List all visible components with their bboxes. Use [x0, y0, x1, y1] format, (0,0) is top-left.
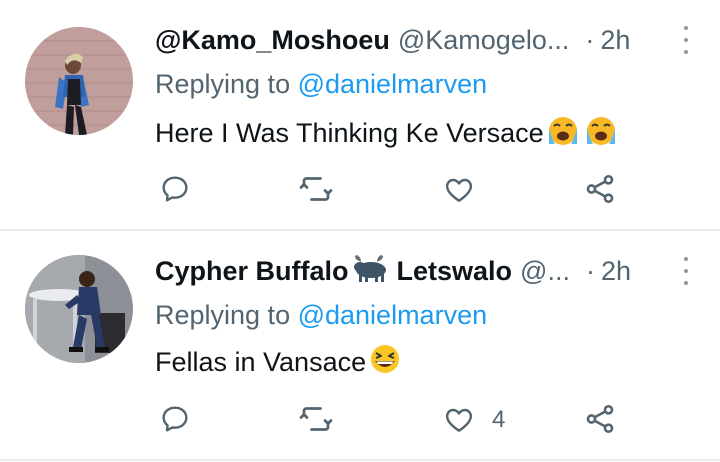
retweet-icon[interactable] [298, 171, 334, 207]
reply-tweet[interactable]: @Kamo_Moshoeu @Kamogelo... · 2h Replying… [0, 0, 720, 230]
heart-icon[interactable] [441, 172, 477, 208]
tweet-text: Here I Was Thinking Ke Versace [155, 114, 620, 153]
replying-prefix: Replying to [155, 69, 298, 99]
tweet-text-content: Fellas in Vansace [155, 347, 367, 377]
water-buffalo-icon [351, 254, 389, 289]
tweet-header: Cypher Buffalo Letswalo @... · 2h [155, 253, 700, 289]
tweet-text-content: Here I Was Thinking Ke Versace [155, 118, 544, 148]
display-name[interactable]: @Kamo_Moshoeu [155, 25, 390, 56]
tweet-text: Fellas in Vansace [155, 343, 404, 382]
reply-tweet[interactable]: Cypher Buffalo Letswalo @... · 2h Replyi… [0, 231, 720, 460]
loudly-crying-face-icon [584, 114, 618, 153]
replying-to: Replying to @danielmarven [155, 300, 487, 331]
timestamp[interactable]: 2h [601, 256, 631, 287]
share-icon[interactable] [582, 401, 618, 437]
display-name-suffix[interactable]: Letswalo [397, 256, 513, 287]
display-name[interactable]: Cypher Buffalo [155, 256, 349, 287]
user-handle[interactable]: @... [520, 256, 570, 287]
tweet-header: @Kamo_Moshoeu @Kamogelo... · 2h [155, 22, 700, 58]
divider [0, 459, 720, 461]
mention-link[interactable]: @danielmarven [298, 300, 488, 330]
avatar[interactable] [25, 255, 133, 363]
avatar[interactable] [25, 27, 133, 135]
reply-bubble-icon[interactable] [157, 401, 193, 437]
loudly-crying-face-icon [546, 114, 580, 153]
like-count: 4 [492, 406, 506, 433]
separator-dot: · [585, 24, 595, 55]
more-vertical-icon[interactable] [681, 26, 691, 54]
share-icon[interactable] [582, 171, 618, 207]
mention-link[interactable]: @danielmarven [298, 69, 488, 99]
retweet-icon[interactable] [298, 401, 334, 437]
separator-dot: · [585, 255, 595, 286]
replying-prefix: Replying to [155, 300, 298, 330]
reply-bubble-icon[interactable] [157, 171, 193, 207]
user-handle[interactable]: @Kamogelo... [398, 25, 570, 56]
replying-to: Replying to @danielmarven [155, 69, 487, 100]
more-vertical-icon[interactable] [681, 257, 691, 285]
timestamp[interactable]: 2h [600, 25, 630, 56]
heart-icon[interactable] [441, 402, 477, 438]
grinning-squinting-face-icon [368, 343, 402, 382]
